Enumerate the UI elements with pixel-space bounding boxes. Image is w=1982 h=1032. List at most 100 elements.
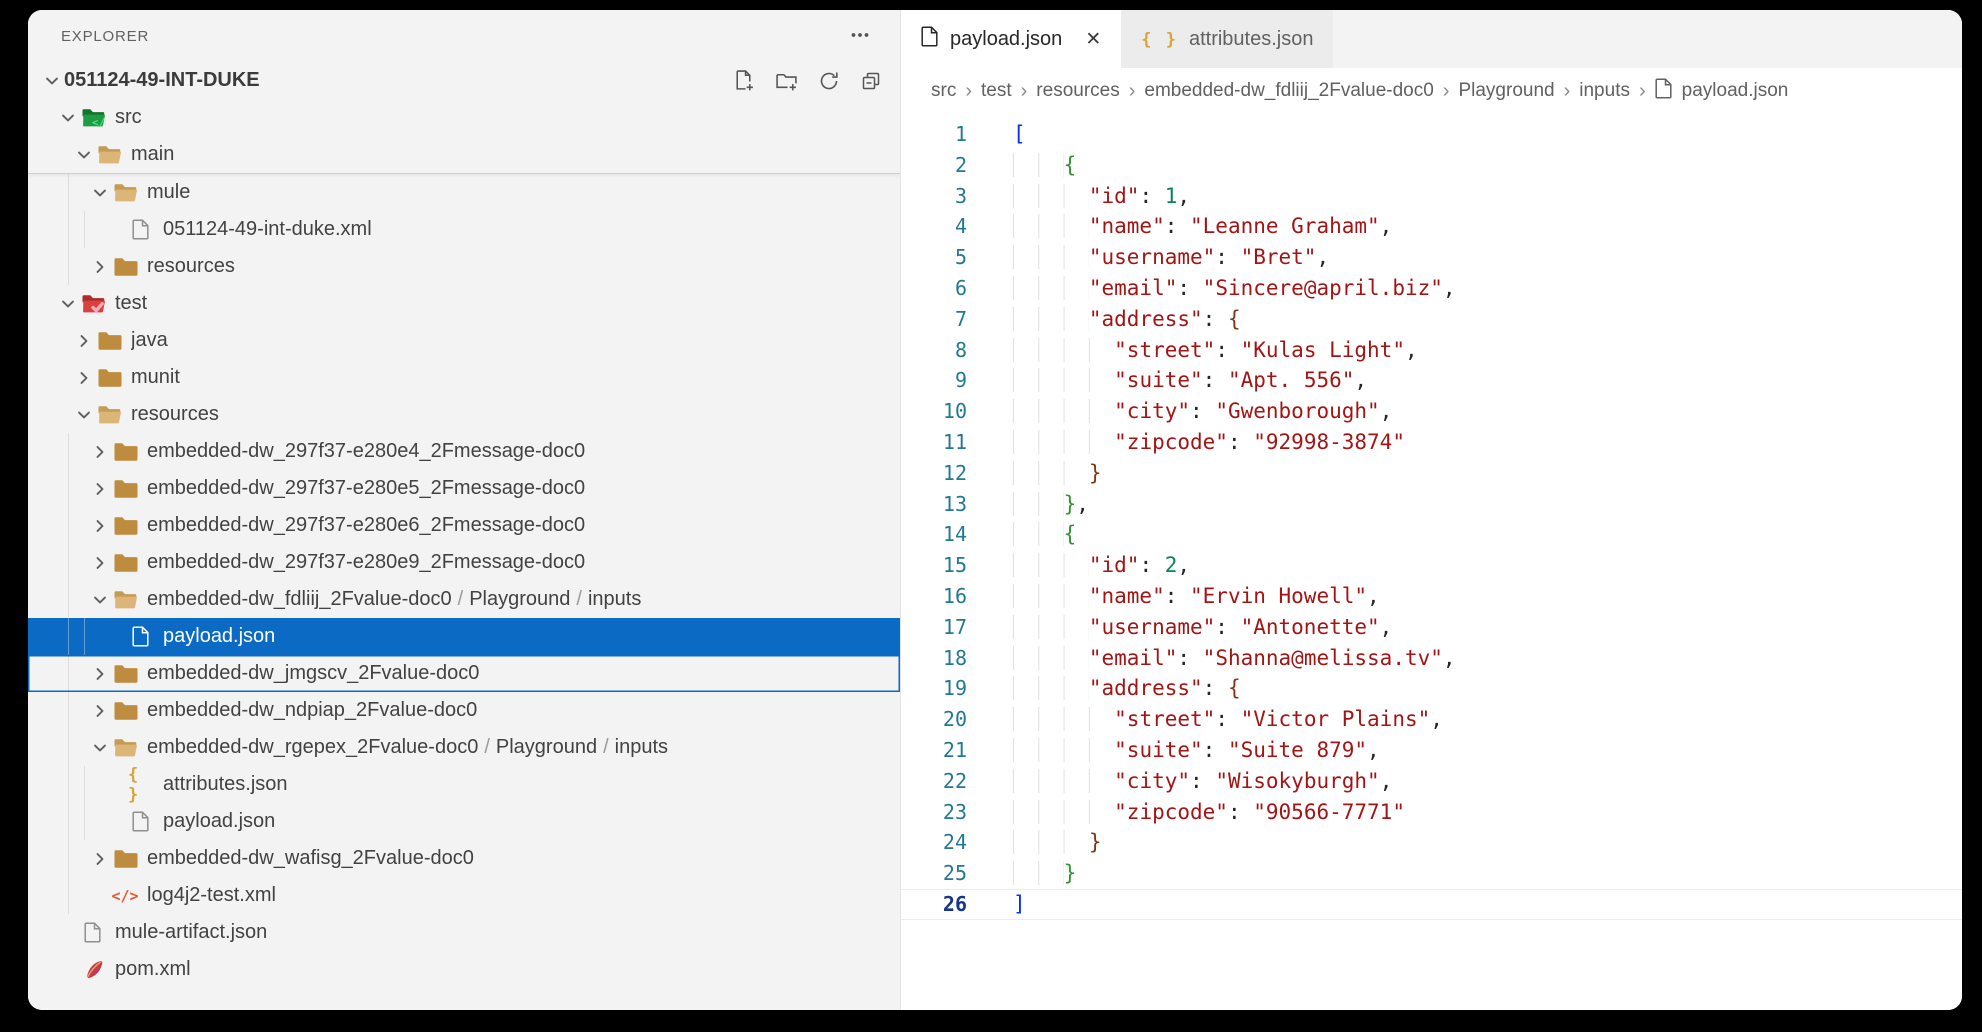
breadcrumb-item-file[interactable]: payload.json <box>1655 78 1789 105</box>
tree-item-embedded-dw-ndpiap-2fvalue-doc0[interactable]: embedded-dw_ndpiap_2Fvalue-doc0 <box>28 692 900 729</box>
chevron-right-icon[interactable] <box>88 258 112 276</box>
tree-item-051124-49-int-duke[interactable]: 051124-49-INT-DUKE <box>28 62 900 99</box>
chevron-right-icon[interactable] <box>72 369 96 387</box>
line-number[interactable]: 17 <box>901 612 967 643</box>
code-line[interactable]: 18 "email": "Shanna@melissa.tv", <box>901 643 1962 674</box>
tree-item-mule-artifact-json[interactable]: mule-artifact.json <box>28 914 900 951</box>
collapse-all-button[interactable] <box>858 68 884 94</box>
new-file-button[interactable] <box>730 67 757 94</box>
chevron-right-icon[interactable] <box>88 702 112 720</box>
code-line[interactable]: 20 "street": "Victor Plains", <box>901 704 1962 735</box>
tree-item-embedded-dw-297f37-e280e5-2fmessage-doc0[interactable]: embedded-dw_297f37-e280e5_2Fmessage-doc0 <box>28 470 900 507</box>
code-line[interactable]: 22 "city": "Wisokyburgh", <box>901 766 1962 797</box>
refresh-button[interactable] <box>816 68 842 94</box>
code-line[interactable]: 13 }, <box>901 489 1962 520</box>
chevron-right-icon[interactable] <box>88 517 112 535</box>
line-number[interactable]: 1 <box>901 119 967 150</box>
chevron-down-icon[interactable] <box>72 406 96 424</box>
line-number[interactable]: 4 <box>901 211 967 242</box>
tree-item-embedded-dw-297f37-e280e6-2fmessage-doc0[interactable]: embedded-dw_297f37-e280e6_2Fmessage-doc0 <box>28 507 900 544</box>
tab-payload-json[interactable]: payload.json✕ <box>901 10 1121 68</box>
code-line[interactable]: 15 "id": 2, <box>901 550 1962 581</box>
tree-item-main[interactable]: main <box>28 136 900 173</box>
tree-item-embedded-dw-wafisg-2fvalue-doc0[interactable]: embedded-dw_wafisg_2Fvalue-doc0 <box>28 840 900 877</box>
breadcrumb-item-src[interactable]: src <box>931 80 956 102</box>
code-line[interactable]: 8 "street": "Kulas Light", <box>901 335 1962 366</box>
tree-item-embedded-dw-297f37-e280e4-2fmessage-doc0[interactable]: embedded-dw_297f37-e280e4_2Fmessage-doc0 <box>28 433 900 470</box>
chevron-down-icon[interactable] <box>56 109 80 127</box>
line-number[interactable]: 22 <box>901 766 967 797</box>
tree-item-resources[interactable]: resources <box>28 248 900 285</box>
tree-item-embedded-dw-rgepex-2fvalue-doc0-playground-inputs[interactable]: embedded-dw_rgepex_2Fvalue-doc0/Playgrou… <box>28 729 900 766</box>
code-line[interactable]: 11 "zipcode": "92998-3874" <box>901 427 1962 458</box>
code-line[interactable]: 14 { <box>901 519 1962 550</box>
chevron-right-icon[interactable] <box>88 850 112 868</box>
line-number[interactable]: 18 <box>901 643 967 674</box>
tree-item-mule[interactable]: mule <box>28 174 900 211</box>
code-line[interactable]: 23 "zipcode": "90566-7771" <box>901 797 1962 828</box>
tree-item-embedded-dw-297f37-e280e9-2fmessage-doc0[interactable]: embedded-dw_297f37-e280e9_2Fmessage-doc0 <box>28 544 900 581</box>
code-line[interactable]: 7 "address": { <box>901 304 1962 335</box>
line-number[interactable]: 21 <box>901 735 967 766</box>
more-actions-button[interactable] <box>846 21 874 52</box>
new-folder-button[interactable] <box>773 67 800 94</box>
line-number[interactable]: 25 <box>901 858 967 889</box>
chevron-down-icon[interactable] <box>88 591 112 609</box>
breadcrumb-item-inputs[interactable]: inputs <box>1579 80 1630 102</box>
tree-item-payload-json[interactable]: payload.json <box>28 803 900 840</box>
chevron-down-icon[interactable] <box>88 739 112 757</box>
tree-item-src[interactable]: </>src <box>28 99 900 136</box>
line-number[interactable]: 2 <box>901 150 967 181</box>
code-line[interactable]: 2 { <box>901 150 1962 181</box>
chevron-down-icon[interactable] <box>40 72 64 90</box>
line-number[interactable]: 9 <box>901 365 967 396</box>
line-number[interactable]: 26 <box>901 889 967 920</box>
line-number[interactable]: 11 <box>901 427 967 458</box>
chevron-right-icon[interactable] <box>88 665 112 683</box>
code-line[interactable]: 12 } <box>901 458 1962 489</box>
code-line[interactable]: 10 "city": "Gwenborough", <box>901 396 1962 427</box>
breadcrumb-item-embedded-dw-fdliij-2fvalue-doc0[interactable]: embedded-dw_fdliij_2Fvalue-doc0 <box>1144 80 1433 102</box>
close-tab-icon[interactable]: ✕ <box>1085 30 1101 49</box>
code-line[interactable]: 4 "name": "Leanne Graham", <box>901 211 1962 242</box>
code-line[interactable]: 5 "username": "Bret", <box>901 242 1962 273</box>
chevron-down-icon[interactable] <box>72 146 96 164</box>
line-number[interactable]: 13 <box>901 489 967 520</box>
chevron-down-icon[interactable] <box>56 295 80 313</box>
line-number[interactable]: 14 <box>901 519 967 550</box>
line-number[interactable]: 19 <box>901 673 967 704</box>
code-line[interactable]: 19 "address": { <box>901 673 1962 704</box>
tree-item-embedded-dw-jmgscv-2fvalue-doc0[interactable]: embedded-dw_jmgscv_2Fvalue-doc0 <box>28 655 900 692</box>
tree-item-log4j2-test-xml[interactable]: </>log4j2-test.xml <box>28 877 900 914</box>
tree-item-attributes-json[interactable]: { }attributes.json <box>28 766 900 803</box>
breadcrumb-item-playground[interactable]: Playground <box>1458 80 1554 102</box>
line-number[interactable]: 5 <box>901 242 967 273</box>
code-line[interactable]: 3 "id": 1, <box>901 181 1962 212</box>
line-number[interactable]: 23 <box>901 797 967 828</box>
line-number[interactable]: 16 <box>901 581 967 612</box>
breadcrumb-item-resources[interactable]: resources <box>1036 80 1119 102</box>
code-line[interactable]: 21 "suite": "Suite 879", <box>901 735 1962 766</box>
code-editor[interactable]: 1[2 {3 "id": 1,4 "name": "Leanne Graham"… <box>901 114 1962 1010</box>
tree-item-051124-49-int-duke-xml[interactable]: 051124-49-int-duke.xml <box>28 211 900 248</box>
code-line[interactable]: 25 } <box>901 858 1962 889</box>
code-line[interactable]: 1[ <box>901 119 1962 150</box>
code-line[interactable]: 9 "suite": "Apt. 556", <box>901 365 1962 396</box>
chevron-right-icon[interactable] <box>72 332 96 350</box>
line-number[interactable]: 12 <box>901 458 967 489</box>
line-number[interactable]: 20 <box>901 704 967 735</box>
breadcrumb-item-test[interactable]: test <box>981 80 1012 102</box>
line-number[interactable]: 7 <box>901 304 967 335</box>
line-number[interactable]: 10 <box>901 396 967 427</box>
tree-item-pom-xml[interactable]: pom.xml <box>28 951 900 988</box>
line-number[interactable]: 6 <box>901 273 967 304</box>
code-line[interactable]: 26] <box>901 889 1962 920</box>
line-number[interactable]: 3 <box>901 181 967 212</box>
code-line[interactable]: 17 "username": "Antonette", <box>901 612 1962 643</box>
chevron-right-icon[interactable] <box>88 480 112 498</box>
line-number[interactable]: 24 <box>901 827 967 858</box>
tree-item-java[interactable]: java <box>28 322 900 359</box>
code-line[interactable]: 6 "email": "Sincere@april.biz", <box>901 273 1962 304</box>
line-number[interactable]: 8 <box>901 335 967 366</box>
tree-item-payload-json[interactable]: payload.json <box>28 618 900 655</box>
